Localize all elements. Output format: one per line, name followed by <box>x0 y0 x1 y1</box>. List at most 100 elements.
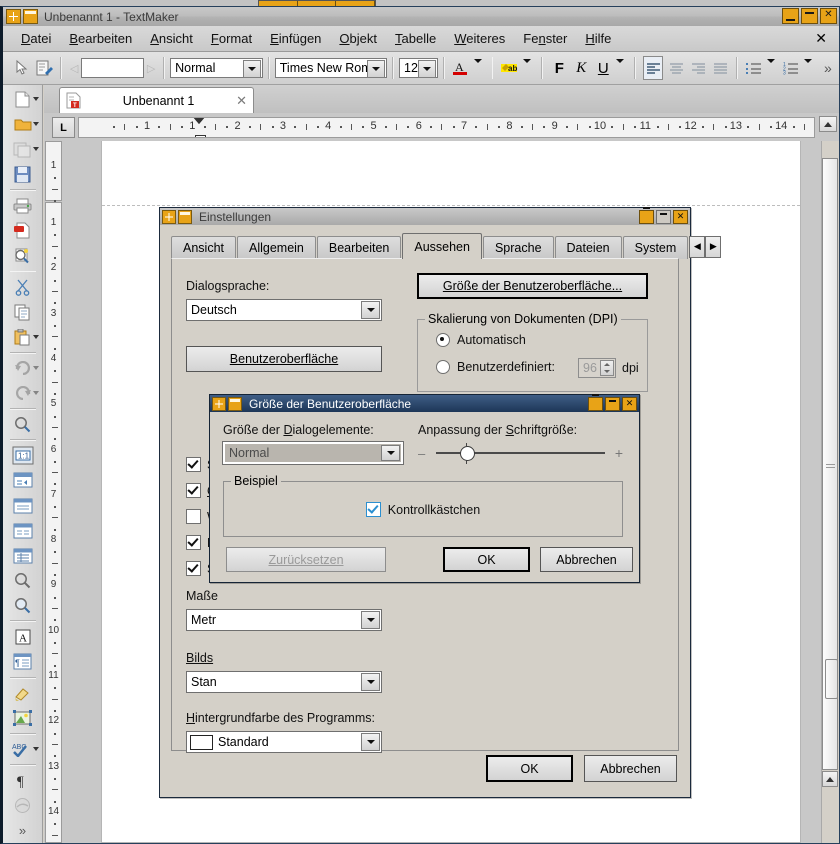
insert-image-icon[interactable] <box>4 706 42 731</box>
tab-stop-selector[interactable]: L <box>52 117 75 138</box>
tab-scroll-left-button[interactable]: ◀ <box>689 235 706 258</box>
background-combo[interactable]: Standard <box>186 731 382 753</box>
spellcheck-icon[interactable]: ABC <box>4 737 42 762</box>
format-brush-icon[interactable] <box>4 681 42 706</box>
settings-maximize-button[interactable] <box>656 209 671 224</box>
export-pdf-icon[interactable] <box>4 218 42 243</box>
redo-icon[interactable] <box>4 381 42 406</box>
system-menu-icon[interactable] <box>162 209 176 224</box>
text-frame-icon[interactable]: A <box>4 624 42 649</box>
print-icon[interactable] <box>4 193 42 218</box>
option-checkbox-5[interactable] <box>186 561 201 576</box>
print-preview-icon[interactable] <box>4 243 42 268</box>
slider-handle[interactable] <box>460 443 475 464</box>
toolbar-overflow-button[interactable]: » <box>819 57 837 79</box>
dpi-custom-radio[interactable] <box>436 360 450 374</box>
thesaurus-icon[interactable] <box>4 793 42 818</box>
bullet-list-dropdown-icon[interactable] <box>767 57 778 79</box>
tab-aussehen[interactable]: Aussehen <box>402 233 482 259</box>
chevron-down-icon[interactable] <box>361 611 380 629</box>
tab-bearbeiten[interactable]: Bearbeiten <box>316 236 402 259</box>
tab-allgemein[interactable]: Allgemein <box>237 236 316 259</box>
underline-dropdown-icon[interactable] <box>616 57 627 79</box>
zoom-out-icon[interactable] <box>4 593 42 618</box>
ui-size-maximize-button[interactable] <box>605 396 620 411</box>
settings-dialog-title-bar[interactable]: Einstellungen ✕ <box>160 206 690 225</box>
underline-button[interactable]: U <box>594 57 612 79</box>
ui-size-close-button[interactable]: ✕ <box>622 396 637 411</box>
vertical-ruler[interactable]: 1 12345678910111213141516 <box>44 141 63 843</box>
option-checkbox-2[interactable] <box>186 483 201 498</box>
dpi-auto-radio-row[interactable]: Automatisch <box>436 333 526 347</box>
chevron-down-icon[interactable] <box>381 445 400 461</box>
ui-size-button[interactable]: Größe der Benutzeroberfläche... <box>417 273 648 299</box>
tab-scroll-right-button[interactable]: ▶ <box>705 235 722 258</box>
dialog-language-combo[interactable]: Deutsch <box>186 299 382 321</box>
align-right-icon[interactable] <box>689 57 707 79</box>
settings-cancel-button[interactable]: Abbrechen <box>584 755 677 782</box>
paragraph-format-icon[interactable]: ¶ <box>4 649 42 674</box>
page-layout-icon[interactable] <box>4 468 42 493</box>
undo-icon[interactable] <box>4 356 42 381</box>
menu-item-objekt[interactable]: Objekt <box>330 28 386 49</box>
element-size-combo[interactable]: Normal <box>222 441 404 465</box>
zoom-100-icon[interactable]: 1:1 <box>4 443 42 468</box>
horizontal-ruler[interactable]: 112345678910111213141516 <box>78 117 815 138</box>
menu-item-einfuegen[interactable]: Einfügen <box>261 28 330 49</box>
align-center-icon[interactable] <box>667 57 685 79</box>
tab-sprache[interactable]: Sprache <box>482 236 554 259</box>
save-icon[interactable] <box>4 162 42 187</box>
ui-size-ok-button[interactable]: OK <box>443 547 530 572</box>
font-color-dropdown-icon[interactable] <box>474 57 485 79</box>
font-scale-slider[interactable]: – + <box>418 443 623 464</box>
spinner-arrows[interactable] <box>600 360 614 376</box>
save-all-icon[interactable] <box>4 137 42 162</box>
zoom-in-icon[interactable] <box>4 568 42 593</box>
minimize-button[interactable] <box>782 8 799 24</box>
tab-system[interactable]: System <box>622 236 689 259</box>
settings-minimize-button[interactable] <box>639 206 654 224</box>
scroll-up-button[interactable] <box>819 116 837 132</box>
menu-item-tabelle[interactable]: Tabelle <box>386 28 445 49</box>
copy-icon[interactable] <box>4 300 42 325</box>
document-tab[interactable]: T Unbenannt 1 ✕ <box>59 87 254 113</box>
highlight-icon[interactable]: ab <box>500 57 519 79</box>
tab-ansicht[interactable]: Ansicht <box>171 236 236 259</box>
close-document-button[interactable]: ✕ <box>815 30 827 47</box>
numbered-list-icon[interactable]: 123 <box>782 57 800 79</box>
bold-button[interactable]: F <box>550 57 568 79</box>
numbered-list-dropdown-icon[interactable] <box>804 57 815 79</box>
close-button[interactable]: ✕ <box>820 8 837 24</box>
option-checkbox-3[interactable] <box>186 509 201 524</box>
maximize-button[interactable] <box>801 8 818 24</box>
outline-view-icon[interactable] <box>4 543 42 568</box>
menu-item-fenster[interactable]: Fenster <box>514 28 576 49</box>
system-menu-icon[interactable] <box>212 396 226 411</box>
dpi-auto-radio[interactable] <box>436 333 450 347</box>
next-icon[interactable]: ▷ <box>147 62 155 75</box>
cut-icon[interactable] <box>4 274 42 299</box>
new-document-icon[interactable] <box>4 87 42 112</box>
menu-item-weiteres[interactable]: Weiteres <box>445 28 514 49</box>
tab-dateien[interactable]: Dateien <box>554 236 622 259</box>
normal-view-icon[interactable] <box>4 493 42 518</box>
paragraph-style-combo[interactable]: Normal <box>170 58 263 78</box>
navigation-field[interactable] <box>81 58 144 78</box>
option-checkbox-4[interactable] <box>186 535 201 550</box>
chevron-down-icon[interactable] <box>361 673 380 691</box>
screen-combo[interactable]: Stan <box>186 671 382 693</box>
page-navigator-handle[interactable] <box>825 659 838 699</box>
example-checkbox[interactable] <box>365 502 381 517</box>
ui-size-cancel-button[interactable]: Abbrechen <box>540 547 633 572</box>
dpi-custom-radio-row[interactable]: Benutzerdefiniert: <box>436 360 555 374</box>
vertical-scrollbar[interactable] <box>821 141 839 843</box>
dpi-value-spinner[interactable]: 96 <box>578 358 616 378</box>
open-folder-icon[interactable] <box>4 112 42 137</box>
prev-icon[interactable]: ◁ <box>70 62 78 75</box>
pointer-icon[interactable] <box>13 57 31 79</box>
italic-button[interactable]: K <box>572 57 590 79</box>
menu-item-hilfe[interactable]: Hilfe <box>576 28 620 49</box>
font-family-combo[interactable]: Times New Roman <box>274 58 388 78</box>
settings-ok-button[interactable]: OK <box>486 755 573 782</box>
edit-document-icon[interactable] <box>35 57 53 79</box>
